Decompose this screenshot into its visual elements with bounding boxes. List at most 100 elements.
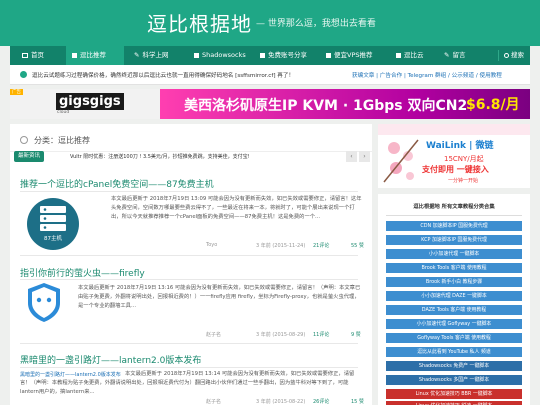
nav-item-label: 逗比推荐: [80, 51, 106, 59]
category-link[interactable]: Goflyway Tools 客户端 使用教程: [386, 333, 522, 343]
nav-item-label: 留言: [452, 51, 466, 59]
category-link[interactable]: Shadowsocks 多国产 一键脚本: [386, 375, 522, 385]
banner-promo: 美西洛杉矶原生IP KVM · 1Gbps 双向CN2 $6.8/月: [160, 89, 530, 119]
sidebar-ad[interactable]: WaiLink | 微链 15CNY/月起 支付即用 一键接入 一分钟一开始: [378, 124, 530, 188]
post-comments[interactable]: 26评论: [313, 398, 329, 405]
ad-slogan: 支付即用 一键接入: [422, 165, 489, 174]
category-link[interactable]: 小小加速代理 DAZE 一键脚本: [386, 291, 522, 301]
nav-item-recommend[interactable]: 逗比推荐: [66, 46, 124, 65]
pencil-icon: ✎: [444, 51, 450, 59]
divider: [20, 279, 358, 280]
divider: [20, 343, 358, 344]
nav-item-label: Shadowsocks: [202, 51, 246, 59]
notice-text: 逗比云试题练习过程确保价格，确然终近那以后逗比云也就一直用得确保好码地名 [ss…: [32, 73, 295, 79]
post-author[interactable]: 赵子名: [206, 398, 221, 405]
post-title[interactable]: 指引你前行的萤火虫——firefly: [20, 266, 145, 279]
category-header: 逗比根据地 所有文章教程分类合集: [378, 194, 530, 216]
divider: [20, 191, 358, 192]
divider: [20, 367, 358, 368]
home-icon: [22, 52, 28, 58]
chevron-left-icon: ‹: [350, 153, 353, 160]
post-thumbnail[interactable]: 87主机: [23, 195, 93, 251]
news-ticker: 最新资讯 Vultr 限时优惠：注册送100刀 ! 3.5美元/月，抄短推免费跳…: [10, 151, 372, 163]
post-title[interactable]: 推荐一个逗比的cPanel免费空间——87免费主机: [20, 177, 214, 190]
category-link[interactable]: 小小加速代理 一键脚本: [386, 249, 522, 259]
post-views: 15 赞: [351, 399, 364, 405]
banner-text: 美西洛杉矶原生IP KVM · 1Gbps 双向CN2: [184, 98, 468, 114]
category-link[interactable]: Linux 优化加速技巧 BBR 一键脚本: [386, 389, 522, 399]
ticker-next-button[interactable]: ›: [359, 151, 370, 162]
category-link[interactable]: CDN 加速脚本IP 国服免费代理: [386, 221, 522, 231]
nav-divider: [498, 50, 499, 61]
nav-item-doubi-cloud[interactable]: 逗比云: [392, 46, 432, 65]
post-comments[interactable]: 21评论: [313, 242, 329, 249]
server-icon: [27, 198, 79, 250]
nav-item-proxy[interactable]: ✎ 科学上网: [130, 46, 190, 65]
category-link[interactable]: 小小加速代理 Goflyway 一键脚本: [386, 319, 522, 329]
divider: [20, 255, 358, 256]
category-heading: 逗比根据地 所有文章教程分类合集: [413, 204, 495, 210]
tag-icon: [72, 52, 77, 58]
site-header: 逗比根据地 — 世界那么逗，我想出去看看: [0, 0, 540, 46]
nav-item-guestbook[interactable]: ✎ 留言: [440, 46, 480, 65]
ticker-text[interactable]: Vultr 限时优惠：注册送100刀 ! 3.5美元/月，抄短推免费跳，支持美佳…: [70, 153, 250, 160]
nav-item-free-accounts[interactable]: 免费账号分享: [256, 46, 322, 65]
ad-brand: WaiLink | 微链: [426, 141, 494, 151]
banner-brand-block: 广告 gigsgigs cloud: [10, 89, 160, 119]
page-title: 分类：逗比推荐: [34, 136, 90, 145]
category-link[interactable]: DAZE Tools 客户端 使用教程: [386, 305, 522, 315]
breadcrumb: 分类：逗比推荐: [10, 132, 372, 152]
main-nav: 首页 逗比推荐 ✎ 科学上网 Shadowsocks 免费账号分享 便宜VPS推荐…: [10, 46, 530, 65]
search-button[interactable]: 搜索: [504, 46, 530, 65]
pencil-icon: ✎: [134, 51, 140, 59]
ad-topbar: [378, 124, 530, 135]
post-views: 9 赞: [351, 332, 361, 338]
ad-tag: 广告: [10, 89, 23, 95]
search-label: 搜索: [511, 51, 524, 59]
banner-ad[interactable]: 广告 gigsgigs cloud 美西洛杉矶原生IP KVM · 1Gbps …: [10, 89, 530, 119]
post-author[interactable]: 赵子名: [206, 331, 221, 338]
site-subtitle: — 世界那么逗，我想出去看看: [256, 19, 376, 29]
category-link[interactable]: Shadowsocks 免费产 一键脚本: [386, 361, 522, 371]
divider: [386, 215, 522, 216]
category-link[interactable]: Brook 新手小白 教程步骤: [386, 277, 522, 287]
nav-item-home[interactable]: 首页: [18, 46, 62, 65]
ad-price: 15CNY/月起: [444, 155, 484, 163]
nav-item-label: 首页: [31, 51, 44, 59]
site-title[interactable]: 逗比根据地: [147, 8, 252, 37]
chevron-right-icon: ›: [363, 153, 366, 160]
tag-icon: [326, 52, 331, 58]
category-icon: [20, 136, 28, 144]
cherry-blossom-icon: [383, 139, 419, 183]
post-date: 3 年前 (2015-08-22): [256, 399, 306, 405]
nav-item-label: 免费账号分享: [268, 51, 307, 59]
post-excerpt: 本文最后更新于 2018年7月19日 13:09 可能会因为没有更新而失效，如已…: [111, 196, 362, 220]
nav-item-shadowsocks[interactable]: Shadowsocks: [190, 46, 256, 65]
post-date: 3 年前 (2015-11-24): [256, 243, 306, 249]
category-link[interactable]: Brook Tools 客户端 使用教程: [386, 263, 522, 273]
tag-icon: [396, 52, 401, 58]
banner-logo: gigsgigs: [56, 93, 124, 110]
firefly-logo-icon: [28, 283, 60, 322]
notice-icon: [20, 71, 27, 78]
notice-links[interactable]: 获编文章 | 广告合作 | Telegram 群组 / 公示频道 / 使用教程: [352, 71, 502, 79]
ad-subtext: 一分钟一开始: [448, 178, 479, 184]
ticker-prev-button[interactable]: ‹: [346, 151, 357, 162]
category-link[interactable]: Linux 优化加速技巧 锐速 一键脚本: [386, 401, 522, 405]
post-title[interactable]: 黑暗里的一盏引路灯——lantern2.0版本发布: [20, 353, 201, 366]
ticker-label: 最新资讯: [14, 151, 45, 162]
search-icon: [504, 52, 509, 58]
category-link[interactable]: KCP 加速脚本IP 国服免费代理: [386, 235, 522, 245]
post-thumbnail[interactable]: [24, 281, 64, 323]
nav-item-cheap-vps[interactable]: 便宜VPS推荐: [322, 46, 388, 65]
post-excerpt: 本文最后更新于 2018年7月19日 13:16 可能会因为没有更新而失效，如已…: [78, 285, 361, 309]
category-link[interactable]: 逗比从此看到 YouTube 私人 频道: [386, 347, 522, 357]
post-date: 3 年前 (2015-08-29): [256, 332, 306, 338]
tag-icon: [260, 52, 265, 58]
tag-icon: [194, 52, 199, 58]
post-author[interactable]: Toyo: [206, 242, 217, 248]
notice-bar: 逗比云试题练习过程确保价格，确然终近那以后逗比云也就一直用得确保好码地名 [ss…: [10, 65, 530, 85]
post-comments[interactable]: 11评论: [313, 331, 329, 338]
nav-item-label: 便宜VPS推荐: [334, 51, 373, 59]
nav-item-label: 逗比云: [404, 51, 424, 59]
